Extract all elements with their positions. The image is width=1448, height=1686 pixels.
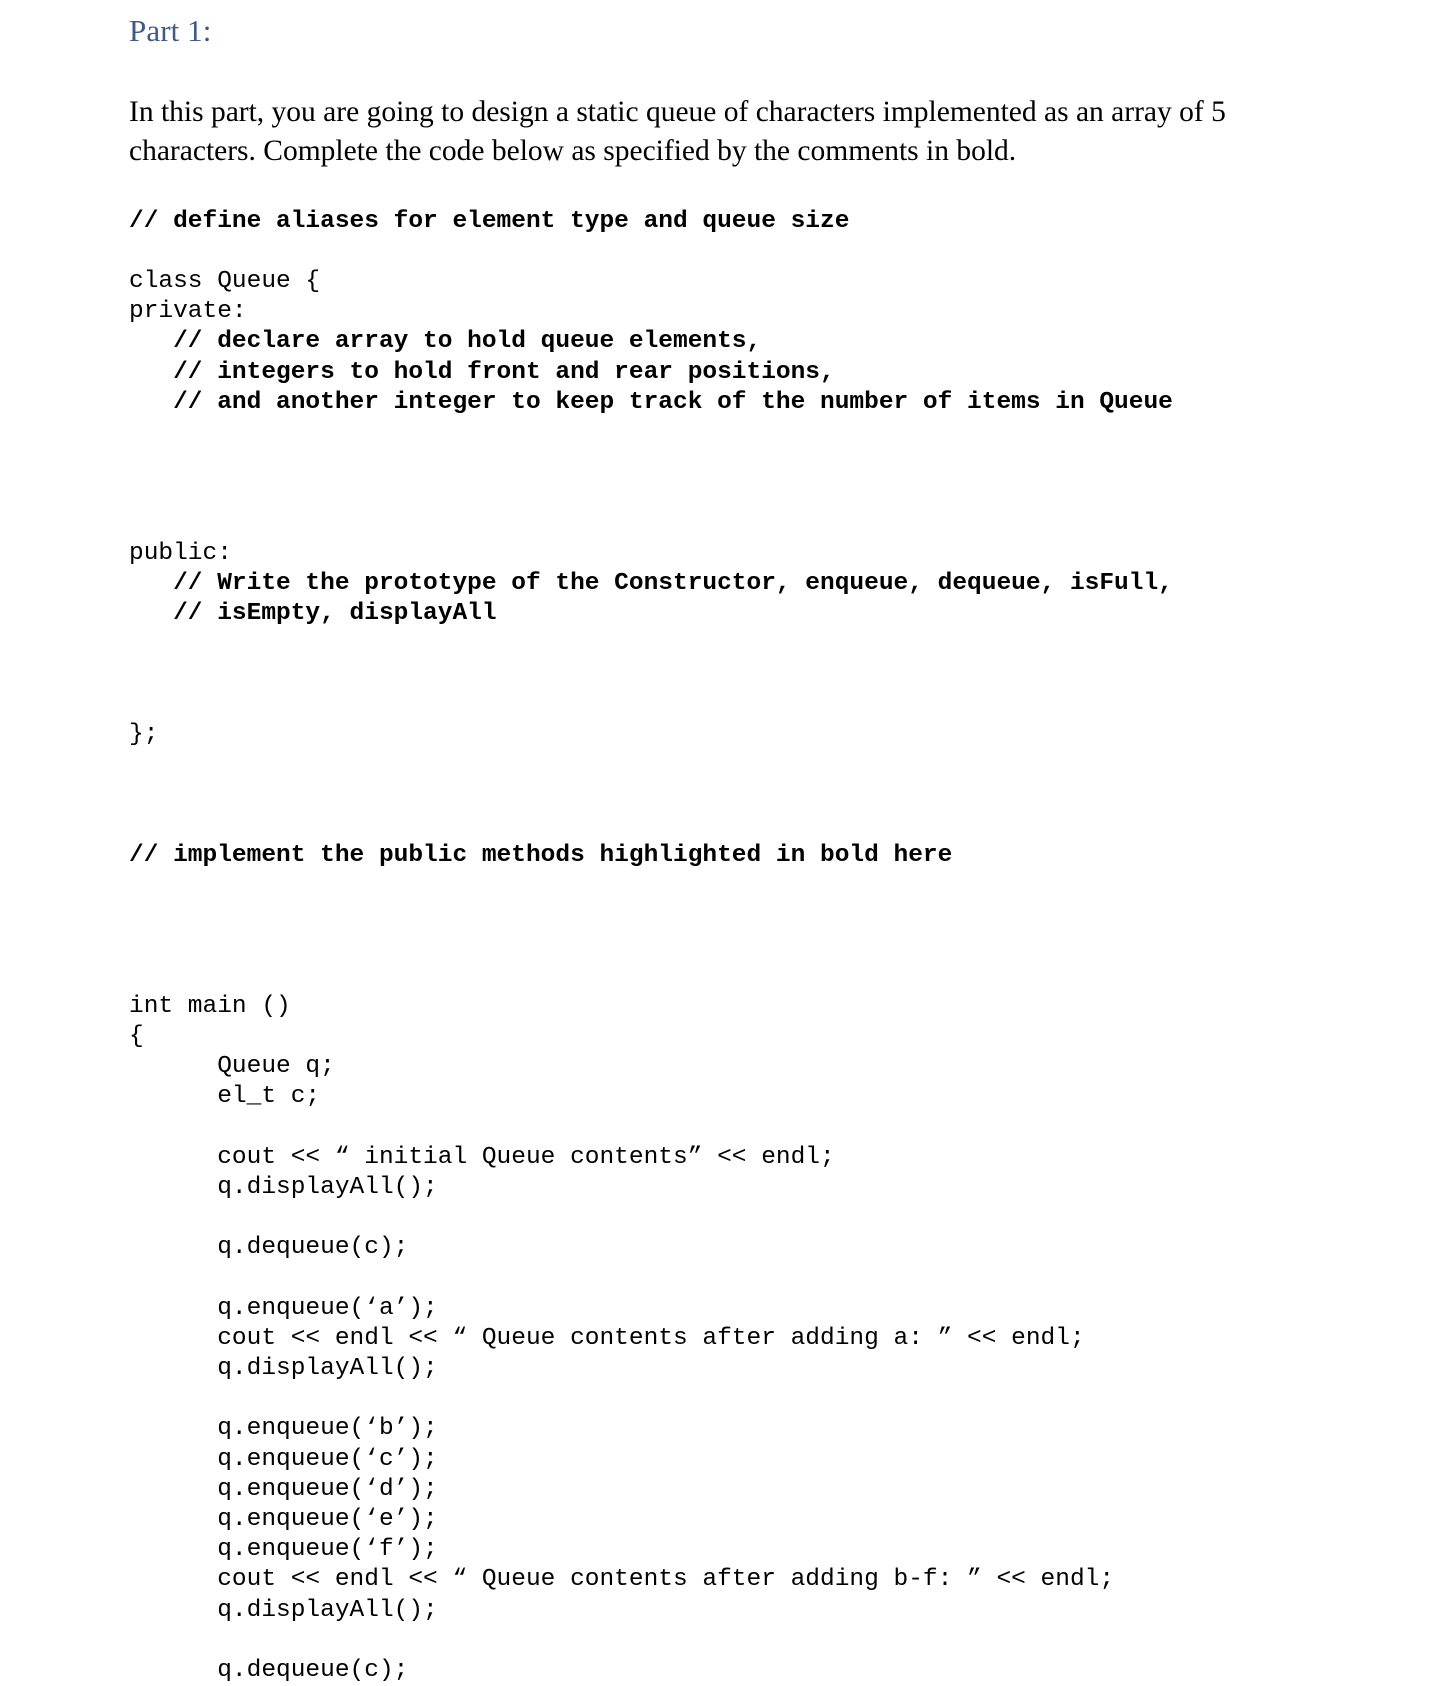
code-comment-front-rear: // integers to hold front and rear posit… — [129, 358, 835, 386]
code-line-enqueue-b: q.enqueue(‘b’); — [129, 1415, 438, 1443]
code-comment-isempty-displayall: // isEmpty, displayAll — [129, 600, 497, 628]
code-line-class-queue: class Queue { — [129, 267, 321, 295]
document-content: Part 1: In this part, you are going to d… — [129, 0, 1359, 1686]
code-line-cout-initial: cout << “ initial Queue contents” << end… — [129, 1143, 835, 1171]
code-comment-define-aliases: // define aliases for element type and q… — [129, 207, 850, 235]
code-line-display-all-2: q.displayAll(); — [129, 1355, 438, 1383]
code-line-enqueue-f: q.enqueue(‘f’); — [129, 1536, 438, 1564]
intro-paragraph: In this part, you are going to design a … — [129, 95, 1226, 167]
code-comment-prototypes: // Write the prototype of the Constructo… — [129, 569, 1173, 597]
code-line-class-end: }; — [129, 720, 159, 748]
code-line-enqueue-c: q.enqueue(‘c’); — [129, 1445, 438, 1473]
code-line-declare-queue: Queue q; — [129, 1053, 335, 1081]
code-line-display-all-1: q.displayAll(); — [129, 1173, 438, 1201]
page-title: Part 1: — [129, 13, 212, 48]
code-line-private-label: private: — [129, 298, 247, 326]
code-block-main-function: int main () { Queue q; el_t c; cout << “… — [129, 992, 1359, 1686]
code-comment-declare-array: // declare array to hold queue elements, — [129, 328, 762, 356]
code-line-public-label: public: — [129, 539, 232, 567]
document-page: Part 1: In this part, you are going to d… — [0, 0, 1448, 1684]
code-line-cout-after-a: cout << endl << “ Queue contents after a… — [129, 1324, 1085, 1352]
code-line-enqueue-e: q.enqueue(‘e’); — [129, 1506, 438, 1534]
code-line-display-all-3: q.displayAll(); — [129, 1596, 438, 1624]
code-block-class-definition: // define aliases for element type and q… — [129, 207, 1359, 992]
code-line-dequeue-1: q.dequeue(c); — [129, 1234, 409, 1262]
code-line-enqueue-d: q.enqueue(‘d’); — [129, 1475, 438, 1503]
code-comment-item-count: // and another integer to keep track of … — [129, 388, 1173, 416]
code-line-main-open-brace: { — [129, 1022, 144, 1050]
code-line-cout-after-bf: cout << endl << “ Queue contents after a… — [129, 1566, 1115, 1594]
code-comment-implement-methods: // implement the public methods highligh… — [129, 841, 953, 869]
code-line-main-signature: int main () — [129, 992, 291, 1020]
code-line-declare-elt: el_t c; — [129, 1083, 321, 1111]
code-line-dequeue-2: q.dequeue(c); — [129, 1657, 409, 1685]
code-line-enqueue-a: q.enqueue(‘a’); — [129, 1294, 438, 1322]
